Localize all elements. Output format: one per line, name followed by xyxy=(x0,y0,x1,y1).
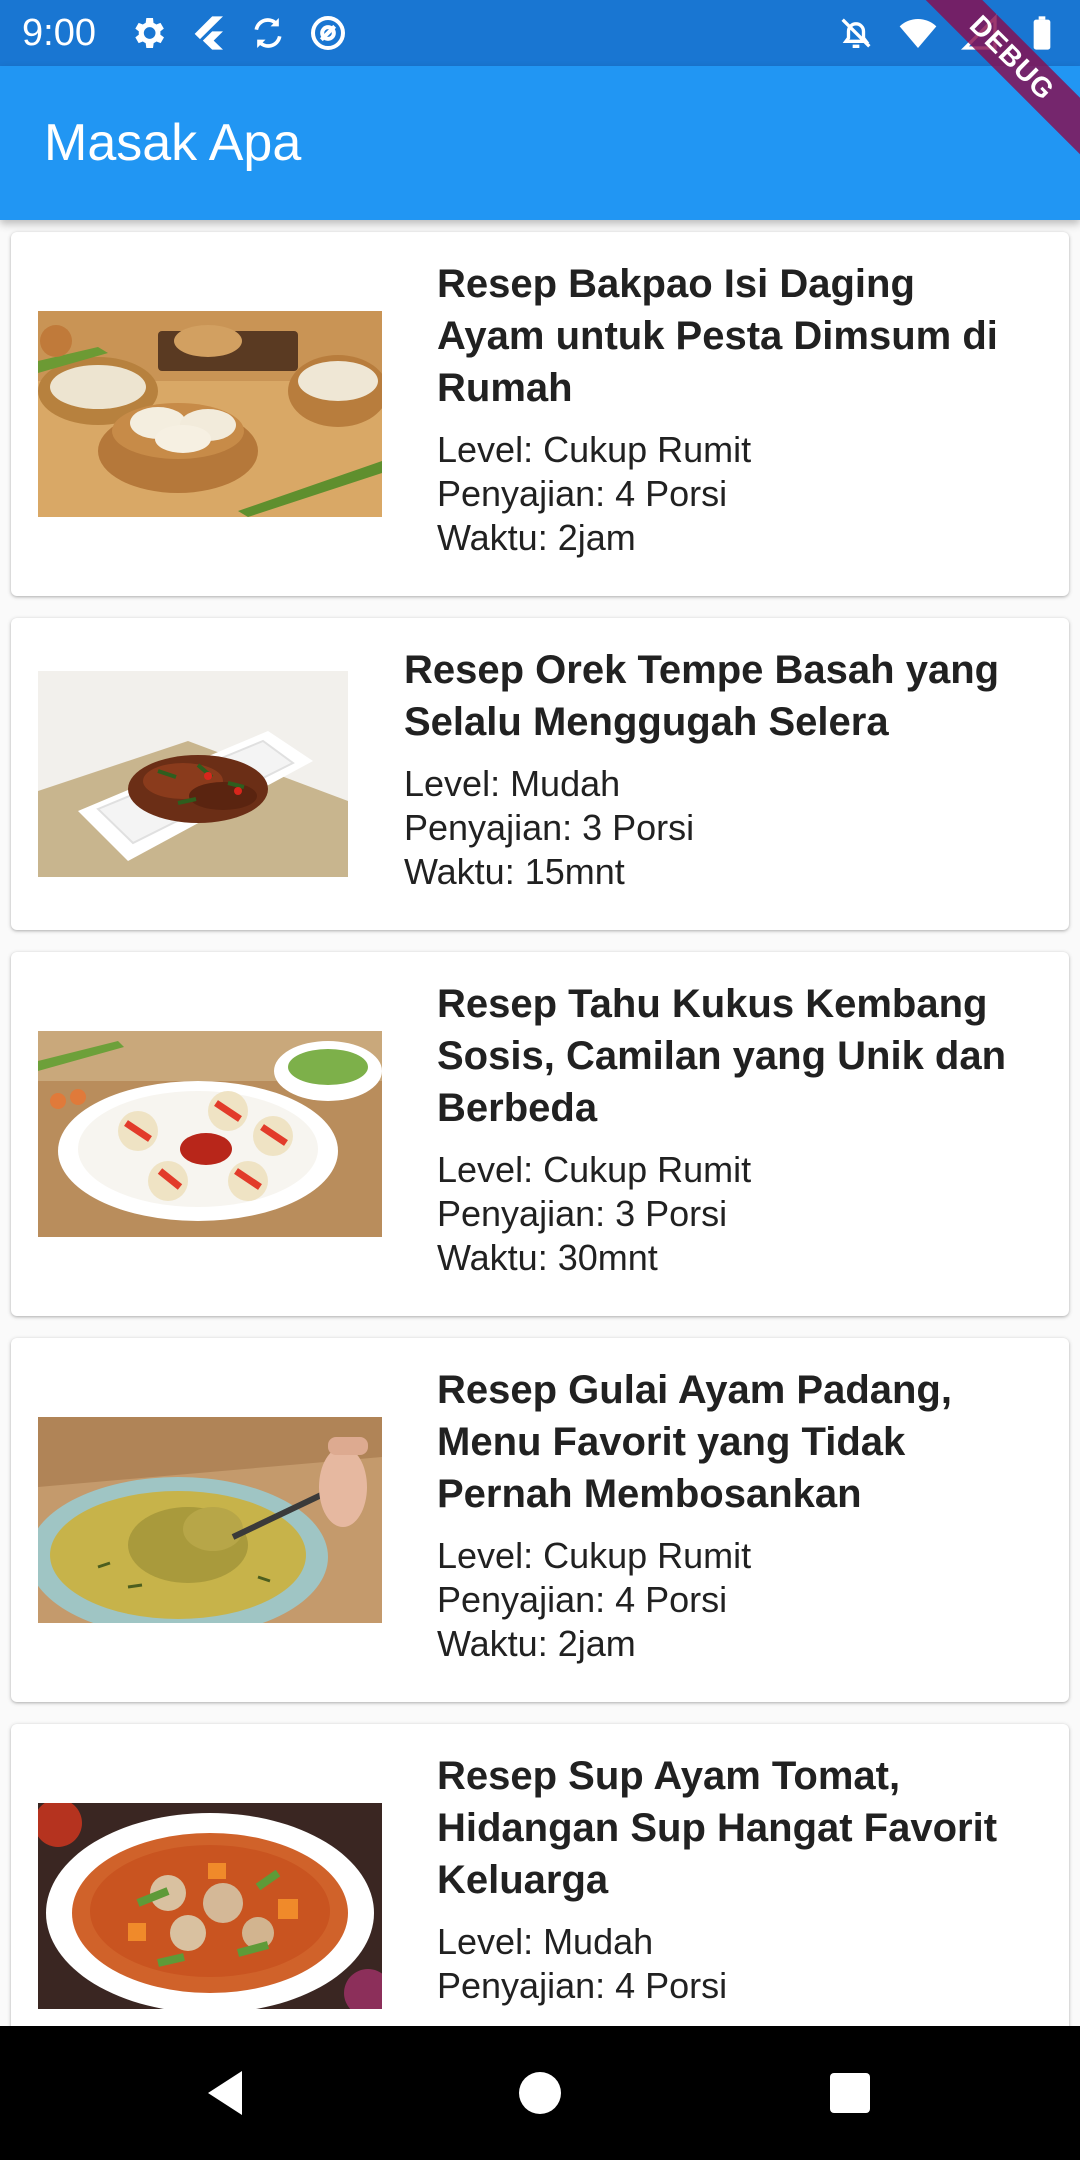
recipe-list[interactable]: Resep Bakpao Isi Daging Ayam untuk Pesta… xyxy=(0,220,1080,2026)
recents-square-icon[interactable] xyxy=(820,2063,880,2123)
status-right-icons xyxy=(836,12,1062,54)
recipe-serving: Penyajian: 3 Porsi xyxy=(437,1193,728,1234)
recipe-info: Resep Tahu Kukus Kembang Sosis, Camilan … xyxy=(437,978,1029,1280)
recipe-image xyxy=(38,1417,382,1623)
recipe-meta: Level: Mudah Penyajian: 4 Porsi xyxy=(437,1920,1029,2008)
recipe-time: Waktu: 15mnt xyxy=(404,851,625,892)
recipe-level: Level: Cukup Rumit xyxy=(437,1535,752,1576)
status-time: 9:00 xyxy=(22,12,96,54)
status-bar: 9:00 xyxy=(0,0,1080,66)
sync-icon xyxy=(254,18,282,48)
notifications-off-icon xyxy=(841,18,871,48)
wifi-icon xyxy=(899,19,937,48)
recipe-info: Resep Gulai Ayam Padang, Menu Favorit ya… xyxy=(437,1364,1029,1666)
recipe-card[interactable]: Resep Gulai Ayam Padang, Menu Favorit ya… xyxy=(11,1338,1069,1702)
recipe-time: Waktu: 2jam xyxy=(437,1623,636,1664)
recipe-image xyxy=(38,311,382,517)
app-bar: Masak Apa xyxy=(0,66,1080,220)
recipe-card[interactable]: Resep Orek Tempe Basah yang Selalu Mengg… xyxy=(11,618,1069,930)
recipe-image xyxy=(38,671,348,877)
flutter-icon xyxy=(194,16,223,50)
recipe-level: Level: Cukup Rumit xyxy=(437,429,752,470)
recipe-title: Resep Orek Tempe Basah yang Selalu Mengg… xyxy=(404,648,1000,744)
back-triangle-icon[interactable] xyxy=(196,2063,256,2123)
recipe-image xyxy=(38,1803,382,2009)
recipe-level: Level: Mudah xyxy=(404,763,621,804)
gear-icon xyxy=(135,18,164,48)
recipe-meta: Level: Mudah Penyajian: 3 Porsi Waktu: 1… xyxy=(404,762,1029,894)
recipe-info: Resep Sup Ayam Tomat, Hidangan Sup Hanga… xyxy=(437,1750,1029,2008)
recipe-meta: Level: Cukup Rumit Penyajian: 3 Porsi Wa… xyxy=(437,1148,1029,1280)
home-circle-icon[interactable] xyxy=(510,2063,570,2123)
recipe-time: Waktu: 30mnt xyxy=(437,1237,658,1278)
recipe-card[interactable]: Resep Sup Ayam Tomat, Hidangan Sup Hanga… xyxy=(11,1724,1069,2026)
recipe-info: Resep Orek Tempe Basah yang Selalu Mengg… xyxy=(404,644,1029,894)
recipe-info: Resep Bakpao Isi Daging Ayam untuk Pesta… xyxy=(437,258,1029,560)
recipe-card[interactable]: Resep Tahu Kukus Kembang Sosis, Camilan … xyxy=(11,952,1069,1316)
recipe-level: Level: Mudah xyxy=(437,1921,654,1962)
recipe-serving: Penyajian: 4 Porsi xyxy=(437,1579,728,1620)
recipe-title: Resep Tahu Kukus Kembang Sosis, Camilan … xyxy=(437,982,1007,1130)
recipe-title: Resep Bakpao Isi Daging Ayam untuk Pesta… xyxy=(437,262,998,410)
page-title: Masak Apa xyxy=(44,114,302,172)
signal-icon xyxy=(960,13,997,50)
navigation-bar xyxy=(0,2026,1080,2160)
recipe-level: Level: Cukup Rumit xyxy=(437,1149,752,1190)
battery-icon xyxy=(1033,16,1051,50)
recipe-serving: Penyajian: 4 Porsi xyxy=(437,473,728,514)
at-sign-icon xyxy=(311,16,345,50)
recipe-time: Waktu: 2jam xyxy=(437,517,636,558)
status-left-icons xyxy=(128,13,348,53)
recipe-card[interactable]: Resep Bakpao Isi Daging Ayam untuk Pesta… xyxy=(11,232,1069,596)
recipe-meta: Level: Cukup Rumit Penyajian: 4 Porsi Wa… xyxy=(437,1534,1029,1666)
recipe-title: Resep Sup Ayam Tomat, Hidangan Sup Hanga… xyxy=(437,1754,998,1902)
recipe-meta: Level: Cukup Rumit Penyajian: 4 Porsi Wa… xyxy=(437,428,1029,560)
recipe-title: Resep Gulai Ayam Padang, Menu Favorit ya… xyxy=(437,1368,952,1516)
recipe-serving: Penyajian: 3 Porsi xyxy=(404,807,695,848)
recipe-image xyxy=(38,1031,382,1237)
recipe-serving: Penyajian: 4 Porsi xyxy=(437,1965,728,2006)
